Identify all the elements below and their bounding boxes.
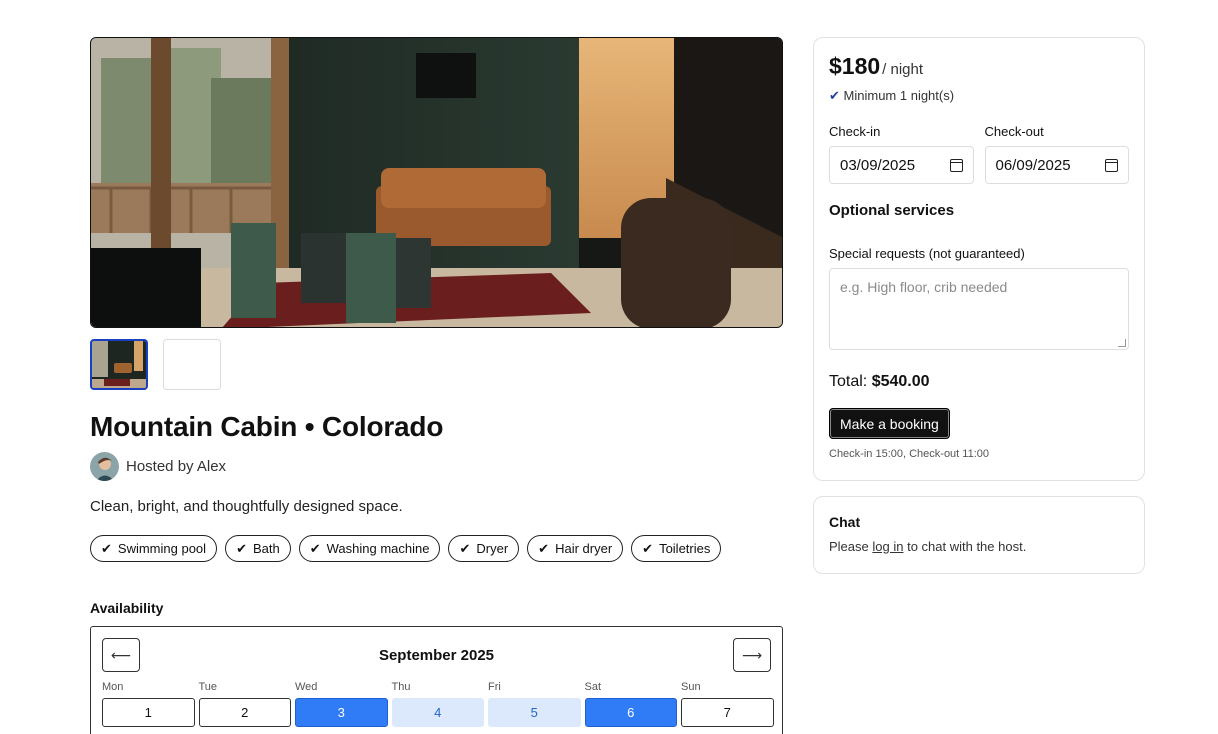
check-icon: ✔ [236,540,247,556]
weekday-label: Tue [198,681,218,693]
thumbnail-2[interactable] [163,339,221,390]
calendar-icon[interactable] [1105,158,1118,172]
amenity-label: Dryer [476,541,509,556]
availability-calendar: ⟵ September 2025 ⟶ Mon Tue Wed Thu Fri S… [90,626,783,734]
special-requests-placeholder: e.g. High floor, crib needed [840,279,1008,295]
weekday-label: Sat [584,681,602,693]
amenity-chip: ✔ Hair dryer [527,535,624,562]
make-booking-button[interactable]: Make a booking [829,408,950,439]
checkin-label: Check-in [829,124,881,139]
calendar-day[interactable]: 1 [102,698,195,727]
check-icon: ✔ [538,540,550,556]
listing-title: Mountain Cabin • Colorado [90,411,444,442]
checkout-label: Check-out [984,124,1044,139]
host-avatar [90,452,119,481]
resize-grip-icon[interactable] [1118,339,1126,347]
calendar-month: September 2025 [378,647,495,664]
checkin-times-note: Check-in 15:00, Check-out 11:00 [829,448,989,460]
weekday-label: Mon [102,681,124,693]
calendar-day-checkin[interactable]: 3 [295,698,388,727]
listing-description: Clean, bright, and thoughtfully designed… [90,498,403,515]
price-unit: / night [882,61,924,78]
checkin-group: Check-in 03/09/2025 [829,124,974,184]
calendar-day-in-range[interactable]: 5 [488,698,581,727]
nightly-price: $180 [829,53,881,79]
check-icon: ✔ [459,540,471,556]
checkout-date-value: 06/09/2025 [995,156,1071,174]
check-icon: ✔ [101,540,112,556]
weekday-header: Mon Tue Wed Thu Fri Sat Sun [102,681,774,693]
chat-text-before: Please [829,539,869,554]
thumbnail-1[interactable] [90,339,148,390]
amenity-label: Swimming pool [117,541,207,556]
weekday-label: Thu [391,681,411,693]
amenity-chip: ✔ Dryer [448,535,520,562]
listing-main: Mountain Cabin • Colorado Hosted by Alex… [90,37,783,734]
login-link[interactable]: log in [872,539,903,554]
next-month-button[interactable]: ⟶ [733,638,771,672]
amenity-label: Bath [252,541,280,556]
chat-text-after: to chat with the host. [907,539,1027,554]
amenity-chip: ✔ Bath [225,535,291,562]
calendar-week: 1 2 3 4 5 6 7 [102,698,774,727]
total-row: Total: $540.00 [829,373,1129,391]
total-label: Total: [829,373,868,390]
availability-heading: Availability [90,600,164,616]
checkin-date-input[interactable]: 03/09/2025 [829,146,974,184]
checkout-group: Check-out 06/09/2025 [984,124,1129,184]
chat-card: Chat Please log in to chat with the host… [813,496,1145,574]
calendar-day[interactable]: 2 [198,698,291,727]
amenity-label: Toiletries [659,541,711,556]
checkin-date-value: 03/09/2025 [840,156,916,174]
optional-services-heading: Optional services [829,202,955,219]
amenity-label: Washing machine [326,541,430,556]
minimum-nights-text: Minimum 1 night(s) [843,88,955,103]
amenity-label: Hair dryer [555,541,613,556]
amenity-chip: ✔ Toiletries [631,535,722,562]
amenity-chip: ✔ Washing machine [298,535,441,562]
total-value: $540.00 [871,373,930,390]
minimum-nights: ✔ Minimum 1 night(s) [829,88,1129,104]
weekday-label: Sun [681,681,701,693]
weekday-label: Wed [295,681,318,693]
host-name: Hosted by Alex [126,458,227,475]
check-icon: ✔ [309,540,321,556]
checkout-date-input[interactable]: 06/09/2025 [984,146,1129,184]
date-fields: Check-in 03/09/2025 Check-out 06/09/2025 [829,124,1129,184]
special-requests-textarea[interactable]: e.g. High floor, crib needed [829,268,1129,350]
calendar-day-checkout[interactable]: 6 [584,698,677,727]
amenity-chip: ✔ Swimming pool [90,535,218,562]
calendar-day[interactable]: 7 [681,698,774,727]
weekday-label: Fri [488,681,501,693]
calendar-day-in-range[interactable]: 4 [391,698,484,727]
host-row: Hosted by Alex [90,452,783,481]
amenities-list: ✔ Swimming pool ✔ Bath ✔ Washing machine ✔ D… [90,535,783,562]
check-icon: ✔ [642,540,654,556]
price-row: $180 / night [829,53,1129,80]
hero-photo [90,37,783,328]
chat-heading: Chat [829,514,861,530]
calendar-icon[interactable] [949,158,963,172]
thumbnail-strip [90,339,783,390]
chat-message: Please log in to chat with the host. [829,539,1129,554]
check-icon: ✔ [829,88,840,103]
special-requests-label: Special requests (not guaranteed) [829,246,1025,261]
booking-card: $180 / night ✔ Minimum 1 night(s) Check-… [813,37,1145,481]
